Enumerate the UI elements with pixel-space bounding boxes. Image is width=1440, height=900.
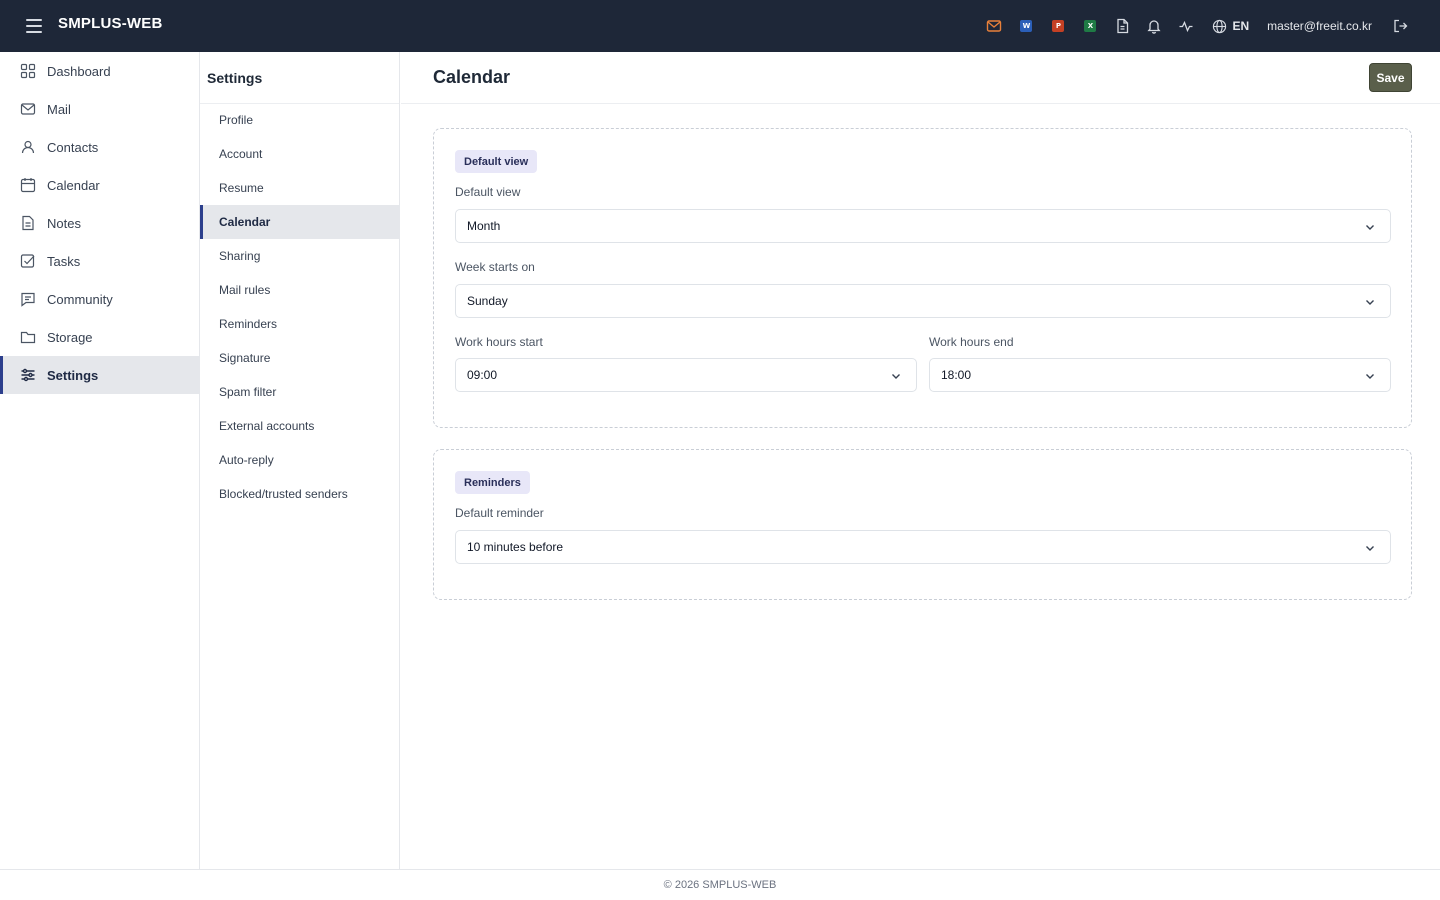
chevron-down-icon <box>1366 374 1374 379</box>
sidebar-item-dashboard[interactable]: Dashboard <box>0 52 199 90</box>
sidebar-item-label: Contacts <box>47 139 99 155</box>
app-brand[interactable]: SMPLUS-WEB <box>58 15 163 32</box>
folder-icon <box>20 329 36 345</box>
calendar-icon <box>20 177 36 193</box>
sidebar-item-label: Notes <box>47 215 81 231</box>
work-hours-end-select[interactable]: 18:00 <box>929 358 1391 392</box>
chevron-down-icon <box>1366 225 1374 230</box>
settings-item-external-accounts[interactable]: External accounts <box>200 409 399 443</box>
work-hours-start-label: Work hours start <box>455 335 543 349</box>
sidebar-item-label: Settings <box>47 367 99 383</box>
sidebar-item-community[interactable]: Community <box>0 280 199 318</box>
page-title: Calendar <box>433 67 511 87</box>
select-value: Sunday <box>467 294 508 308</box>
settings-item-signature[interactable]: Signature <box>200 341 399 375</box>
user-email[interactable]: master@freeit.co.kr <box>1267 19 1372 33</box>
settings-item-spam-filter[interactable]: Spam filter <box>200 375 399 409</box>
default-view-select[interactable]: Month <box>455 209 1391 243</box>
sidebar-item-label: Mail <box>47 101 71 117</box>
settings-item-sharing[interactable]: Sharing <box>200 239 399 273</box>
chevron-down-icon <box>1366 546 1374 551</box>
select-value: 10 minutes before <box>467 540 564 554</box>
activity-icon[interactable] <box>1170 10 1202 42</box>
main-content: Calendar Save Default view Default view … <box>401 52 1440 869</box>
sidebar-item-label: Storage <box>47 329 93 345</box>
settings-item-account[interactable]: Account <box>200 137 399 171</box>
globe-icon <box>1213 19 1227 33</box>
excel-icon-label: X <box>1084 20 1097 32</box>
page-header: Calendar Save <box>401 52 1440 104</box>
document-icon[interactable] <box>1106 10 1138 42</box>
select-value: 18:00 <box>941 368 972 382</box>
settings-item-calendar[interactable]: Calendar <box>200 205 399 239</box>
language-selector[interactable]: EN <box>1212 19 1249 34</box>
settings-menu-title: Settings <box>200 52 399 104</box>
sliders-icon <box>20 367 36 383</box>
main-sidebar: Dashboard Mail Contacts Calendar Notes T… <box>0 52 200 869</box>
sidebar-item-calendar[interactable]: Calendar <box>0 166 199 204</box>
top-toolbar: W P X EN master@freeit.co.kr <box>978 0 1416 52</box>
sidebar-item-storage[interactable]: Storage <box>0 318 199 356</box>
sidebar-item-notes[interactable]: Notes <box>0 204 199 242</box>
settings-menu: Settings Profile Account Resume Calendar… <box>200 52 400 869</box>
word-icon-label: W <box>1020 20 1033 32</box>
sidebar-item-settings[interactable]: Settings <box>0 356 199 394</box>
chevron-down-icon <box>892 374 900 379</box>
week-starts-select[interactable]: Sunday <box>455 284 1391 318</box>
save-button[interactable]: Save <box>1369 63 1412 92</box>
section-badge: Reminders <box>455 471 530 494</box>
grid-icon <box>20 63 36 79</box>
footer: © 2026 SMPLUS-WEB <box>0 869 1440 900</box>
week-starts-label: Week starts on <box>455 260 535 274</box>
work-hours-start-select[interactable]: 09:00 <box>455 358 917 392</box>
mail-icon[interactable] <box>978 10 1010 42</box>
settings-item-auto-reply[interactable]: Auto-reply <box>200 443 399 477</box>
chevron-down-icon <box>1366 300 1374 305</box>
settings-item-mail-rules[interactable]: Mail rules <box>200 273 399 307</box>
sidebar-item-contacts[interactable]: Contacts <box>0 128 199 166</box>
settings-item-reminders[interactable]: Reminders <box>200 307 399 341</box>
sidebar-item-tasks[interactable]: Tasks <box>0 242 199 280</box>
settings-item-blocked-trusted-senders[interactable]: Blocked/trusted senders <box>200 477 399 511</box>
user-icon <box>20 139 36 155</box>
excel-icon[interactable]: X <box>1074 10 1106 42</box>
footer-text: © 2026 SMPLUS-WEB <box>663 879 777 891</box>
settings-item-resume[interactable]: Resume <box>200 171 399 205</box>
select-value: Month <box>467 219 501 233</box>
powerpoint-icon[interactable]: P <box>1042 10 1074 42</box>
language-label: EN <box>1232 19 1250 33</box>
default-view-label: Default view <box>455 185 521 199</box>
default-view-section: Default view Default view Month Week sta… <box>433 128 1412 428</box>
mail-icon <box>20 101 36 117</box>
logout-icon[interactable] <box>1384 10 1416 42</box>
powerpoint-icon-label: P <box>1052 20 1065 32</box>
default-reminder-select[interactable]: 10 minutes before <box>455 530 1391 564</box>
work-hours-end-label: Work hours end <box>929 335 1014 349</box>
reminders-section: Reminders Default reminder 10 minutes be… <box>433 449 1412 600</box>
select-value: 09:00 <box>467 368 498 382</box>
sidebar-item-mail[interactable]: Mail <box>0 90 199 128</box>
hamburger-menu-icon[interactable] <box>24 16 44 36</box>
settings-item-profile[interactable]: Profile <box>200 103 399 137</box>
word-icon[interactable]: W <box>1010 10 1042 42</box>
sidebar-item-label: Tasks <box>47 253 81 269</box>
top-bar: SMPLUS-WEB W P X EN master@freeit.co.kr <box>0 0 1440 52</box>
sidebar-item-label: Community <box>47 291 113 307</box>
note-icon <box>20 215 36 231</box>
chat-icon <box>20 291 36 307</box>
sidebar-item-label: Calendar <box>47 177 100 193</box>
default-reminder-label: Default reminder <box>455 506 544 520</box>
checkbox-icon <box>20 253 36 269</box>
sidebar-item-label: Dashboard <box>47 63 111 79</box>
bell-icon[interactable] <box>1138 10 1170 42</box>
section-badge: Default view <box>455 150 538 173</box>
